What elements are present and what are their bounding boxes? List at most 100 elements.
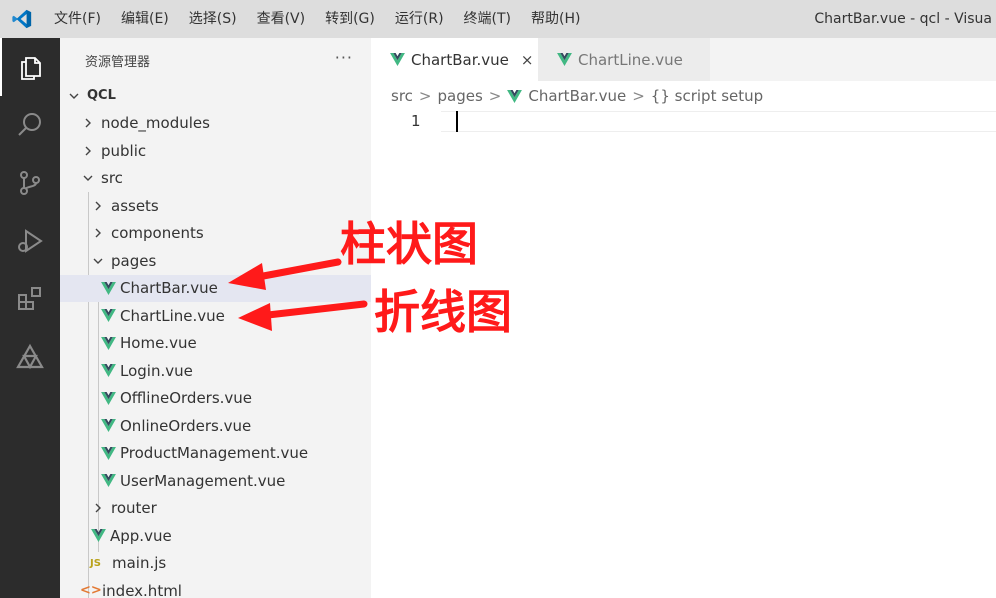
chevron-right-icon: >	[488, 87, 502, 105]
tree-item-label: router	[111, 499, 157, 518]
tree-file-product-management[interactable]: ProductManagement.vue	[60, 440, 371, 468]
tree-file-offline-orders[interactable]: OfflineOrders.vue	[60, 385, 371, 413]
tree-folder-components[interactable]: components	[60, 220, 371, 248]
tree-item-label: main.js	[112, 554, 167, 573]
tree-item-label: OnlineOrders.vue	[120, 416, 252, 435]
tree-folder-assets[interactable]: assets	[60, 192, 371, 220]
tree-item-label: Login.vue	[120, 361, 193, 380]
annotation-line-chart: 折线图	[374, 285, 512, 339]
line-number: 1	[411, 112, 421, 130]
chevron-right-icon: >	[418, 87, 432, 105]
window-title: ChartBar.vue - qcl - Visua	[814, 11, 992, 27]
tree-file-chartline[interactable]: ChartLine.vue	[60, 302, 371, 330]
run-debug-icon[interactable]	[0, 212, 60, 270]
tree-folder-src[interactable]: src	[60, 165, 371, 193]
tree-item-label: App.vue	[110, 526, 172, 545]
breadcrumb-file[interactable]: ChartBar.vue	[528, 87, 626, 105]
vue-file-icon	[390, 53, 405, 66]
vscode-logo-icon	[0, 0, 44, 38]
tree-folder-node-modules[interactable]: node_modules	[60, 110, 371, 138]
text-cursor	[456, 111, 458, 132]
vue-file-icon	[557, 53, 572, 66]
tab-label: ChartBar.vue	[411, 50, 509, 69]
vue-file-icon	[100, 364, 116, 378]
menu-bar: 文件(F) 编辑(E) 选择(S) 查看(V) 转到(G) 运行(R) 终端(T…	[44, 0, 590, 38]
vue-file-icon	[507, 89, 523, 103]
breadcrumb-pages[interactable]: pages	[437, 87, 482, 105]
chevron-right-icon: >	[632, 87, 645, 105]
tree-file-home[interactable]: Home.vue	[60, 330, 371, 358]
search-icon[interactable]	[0, 96, 60, 154]
close-icon[interactable]: ×	[521, 51, 534, 69]
chevron-right-icon	[90, 502, 106, 514]
activity-bar	[0, 38, 60, 598]
menu-go[interactable]: 转到(G)	[315, 0, 385, 38]
menu-help[interactable]: 帮助(H)	[521, 0, 590, 38]
tree-folder-router[interactable]: router	[60, 495, 371, 523]
vue-file-icon	[100, 336, 116, 350]
current-line-highlight	[441, 111, 996, 132]
tree-file-login[interactable]: Login.vue	[60, 357, 371, 385]
tree-root-qcl[interactable]: QCL	[60, 82, 371, 110]
menu-run[interactable]: 运行(R)	[385, 0, 454, 38]
vue-file-icon	[100, 474, 116, 488]
chevron-down-icon	[66, 90, 82, 102]
breadcrumb-src[interactable]: src	[391, 87, 413, 105]
tree-file-chartbar[interactable]: ChartBar.vue	[60, 274, 371, 302]
menu-selection[interactable]: 选择(S)	[179, 0, 247, 38]
tree-item-label: ProductManagement.vue	[120, 444, 309, 463]
breadcrumb: src > pages > ChartBar.vue > {} script s…	[371, 81, 996, 111]
chevron-right-icon	[90, 200, 106, 212]
breadcrumb-symbol[interactable]: {} script setup	[651, 87, 763, 105]
tree-item-label: node_modules	[101, 114, 210, 133]
javascript-file-icon: JS	[90, 557, 101, 569]
chevron-down-icon	[80, 172, 96, 184]
menu-file[interactable]: 文件(F)	[44, 0, 111, 38]
title-bar: 文件(F) 编辑(E) 选择(S) 查看(V) 转到(G) 运行(R) 终端(T…	[0, 0, 996, 38]
vue-file-icon	[100, 281, 116, 295]
tree-file-app[interactable]: App.vue	[60, 522, 371, 550]
tree-item-label: UserManagement.vue	[120, 471, 286, 490]
tree-file-main-js[interactable]: JS main.js	[60, 550, 371, 578]
tree-file-index-html[interactable]: <> index.html	[60, 577, 371, 598]
tree-item-label: src	[101, 169, 123, 188]
tab-chartline[interactable]: ChartLine.vue	[538, 38, 710, 81]
tab-label: ChartLine.vue	[578, 50, 683, 69]
tree-item-label: index.html	[102, 581, 182, 598]
menu-terminal[interactable]: 终端(T)	[454, 0, 521, 38]
tab-chartbar[interactable]: ChartBar.vue ×	[371, 38, 538, 81]
tree-folder-public[interactable]: public	[60, 137, 371, 165]
tree-item-label: ChartLine.vue	[120, 306, 225, 325]
explorer-icon[interactable]	[0, 38, 60, 96]
chevron-down-icon	[90, 255, 106, 267]
chevron-right-icon	[80, 117, 96, 129]
tree-item-label: assets	[111, 196, 159, 215]
source-control-icon[interactable]	[0, 154, 60, 212]
tree-file-user-management[interactable]: UserManagement.vue	[60, 467, 371, 495]
triangle-extension-icon[interactable]	[0, 328, 60, 386]
vue-file-icon	[100, 391, 116, 405]
more-actions-icon[interactable]: ···	[335, 48, 353, 67]
menu-view[interactable]: 查看(V)	[247, 0, 316, 38]
tree-file-online-orders[interactable]: OnlineOrders.vue	[60, 412, 371, 440]
code-editor[interactable]: 1	[371, 111, 996, 598]
tree-item-label: Home.vue	[120, 334, 197, 353]
tree-item-label: ChartBar.vue	[120, 279, 218, 298]
vue-file-icon	[100, 419, 116, 433]
menu-edit[interactable]: 编辑(E)	[111, 0, 179, 38]
extensions-icon[interactable]	[0, 270, 60, 328]
vue-file-icon	[100, 309, 116, 323]
chevron-right-icon	[80, 145, 96, 157]
tree-item-label: components	[111, 224, 204, 243]
vue-file-icon	[100, 446, 116, 460]
chevron-right-icon	[90, 227, 106, 239]
editor-tabs: ChartBar.vue × ChartLine.vue	[371, 38, 996, 81]
tree-item-label: public	[101, 141, 147, 160]
tree-item-label: OfflineOrders.vue	[120, 389, 253, 408]
vue-file-icon	[90, 529, 106, 543]
tree-folder-pages[interactable]: pages	[60, 247, 371, 275]
explorer-header: 资源管理器	[85, 54, 151, 70]
tree-root-label: QCL	[87, 88, 116, 104]
tree-item-label: pages	[111, 251, 157, 270]
annotation-bar-chart: 柱状图	[340, 217, 478, 271]
